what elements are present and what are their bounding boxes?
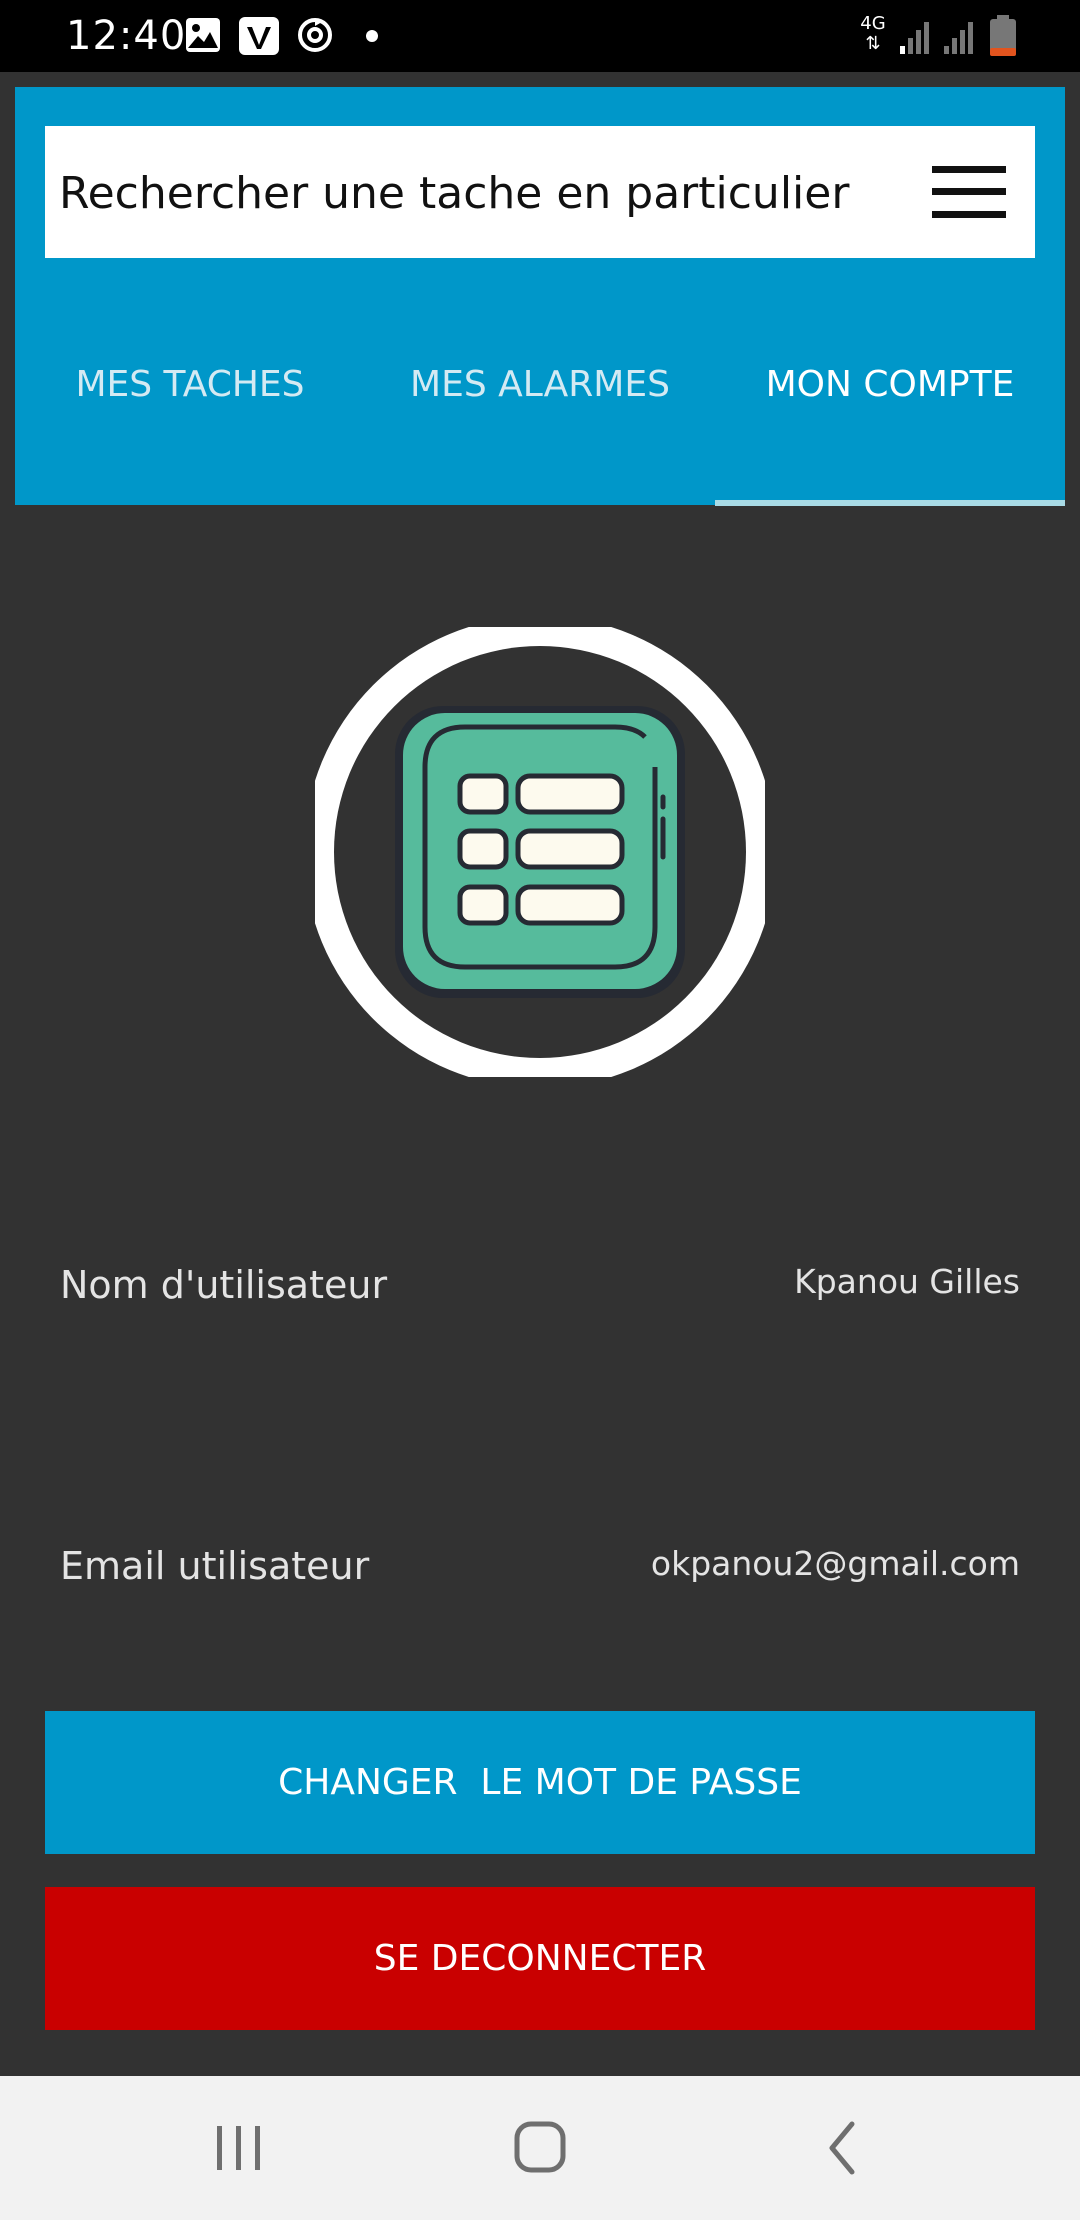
vimeo-icon [239, 17, 279, 55]
username-label: Nom d'utilisateur [60, 1263, 388, 1307]
search-bar[interactable]: Rechercher une tache en particulier [45, 126, 1035, 258]
battery-icon [990, 15, 1016, 56]
task-list-icon [315, 627, 765, 1077]
email-label: Email utilisateur [60, 1544, 370, 1588]
network-label: 4G [860, 13, 886, 34]
status-bar: 12:40 4G ⇅ [0, 0, 1080, 72]
notification-dot [366, 30, 378, 42]
navigation-bar [0, 2076, 1080, 2220]
transfer-arrows-icon: ⇅ [865, 33, 881, 54]
username-value: Kpanou Gilles [794, 1262, 1020, 1301]
tab-mes-taches[interactable]: MES TACHES [15, 355, 365, 415]
sync-icon [298, 18, 332, 52]
app-header: Rechercher une tache en particulier MES … [15, 87, 1065, 506]
tab-indicator [715, 500, 1065, 506]
status-time: 12:40 [66, 13, 187, 59]
tab-mon-compte[interactable]: MON COMPTE [715, 355, 1065, 415]
signal-icon [944, 22, 973, 54]
search-input[interactable]: Rechercher une tache en particulier [59, 166, 849, 222]
signal-icon [900, 22, 929, 54]
hamburger-menu-icon[interactable] [932, 166, 1006, 218]
network-4g-icon: 4G ⇅ [858, 14, 888, 58]
recent-apps-icon[interactable] [204, 2116, 274, 2180]
tab-mes-alarmes[interactable]: MES ALARMES [365, 355, 715, 415]
email-value: okpanou2@gmail.com [650, 1544, 1020, 1583]
home-icon[interactable] [505, 2116, 575, 2180]
gallery-icon [186, 18, 220, 52]
change-password-button[interactable]: CHANGER LE MOT DE PASSE [45, 1711, 1035, 1854]
logout-button[interactable]: SE DECONNECTER [45, 1887, 1035, 2030]
back-icon[interactable] [808, 2116, 878, 2180]
